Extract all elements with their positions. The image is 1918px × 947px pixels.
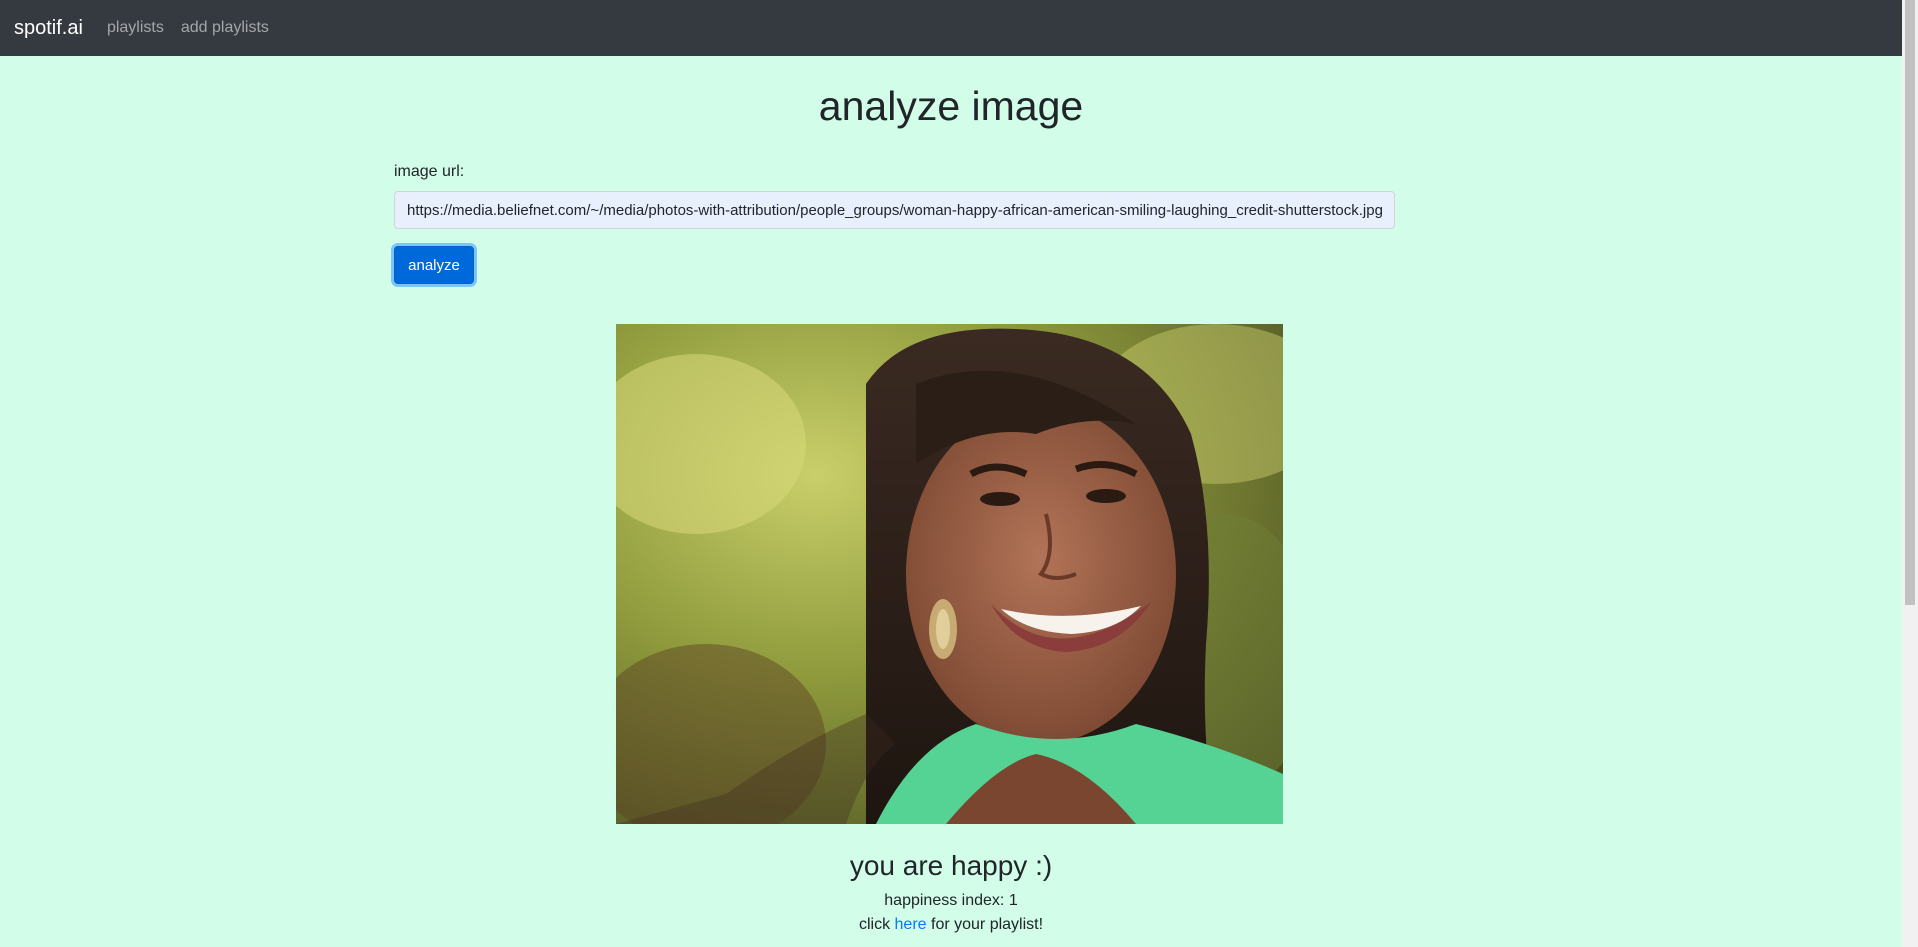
page-title: analyze image <box>818 83 1084 129</box>
brand-link[interactable]: spotif.ai <box>14 17 83 40</box>
click-prefix: click <box>858 916 891 933</box>
result-heading: you are happy :) <box>849 850 1053 881</box>
scrollbar-thumb[interactable] <box>1905 0 1915 605</box>
happiness-index: happiness index: 1 <box>884 892 1018 909</box>
playlist-link-line: click here for your playlist! <box>0 914 1902 936</box>
image-url-label: image url: <box>394 163 465 180</box>
nav-link-add-playlists[interactable]: add playlists <box>181 19 269 37</box>
page-scrollbar[interactable] <box>1902 0 1918 947</box>
click-suffix: for your playlist! <box>931 916 1044 933</box>
nav-link-playlists[interactable]: playlists <box>107 19 164 37</box>
navbar: spotif.ai playlists add playlists <box>0 0 1902 56</box>
analyzed-photo <box>616 324 1283 824</box>
image-url-input[interactable] <box>394 191 1395 229</box>
analyze-button[interactable]: analyze <box>394 246 474 284</box>
playlist-here-link[interactable]: here <box>895 916 927 933</box>
